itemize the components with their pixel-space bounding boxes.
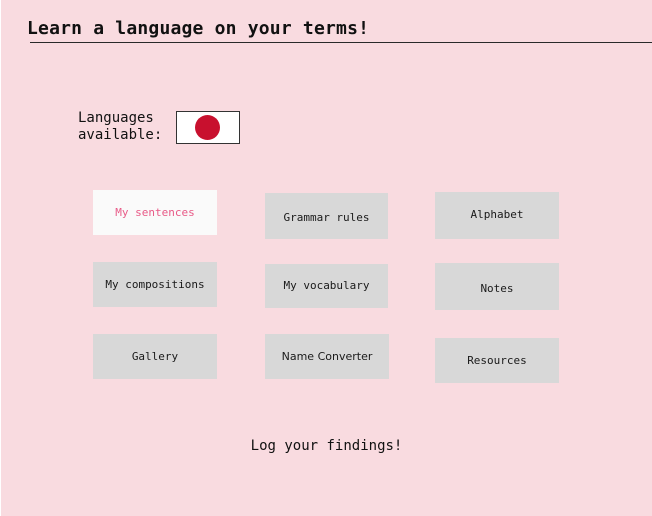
page-title: Learn a language on your terms! [27, 18, 370, 39]
my-vocabulary-button[interactable]: My vocabulary [265, 264, 388, 308]
resources-button[interactable]: Resources [435, 338, 559, 383]
notes-button[interactable]: Notes [435, 263, 559, 310]
header-divider [30, 42, 652, 43]
my-sentences-button[interactable]: My sentences [93, 190, 217, 235]
flag-sun [195, 115, 220, 140]
japan-flag-icon[interactable] [176, 111, 240, 144]
page: Learn a language on your terms! Language… [1, 0, 652, 516]
languages-label: Languages available: [78, 110, 163, 143]
footer-text: Log your findings! [250, 438, 403, 454]
my-compositions-button[interactable]: My compositions [93, 262, 217, 307]
name-converter-button[interactable]: Name Converter [265, 334, 389, 379]
grammar-rules-button[interactable]: Grammar rules [265, 193, 388, 239]
gallery-button[interactable]: Gallery [93, 334, 217, 379]
alphabet-button[interactable]: Alphabet [435, 192, 559, 239]
